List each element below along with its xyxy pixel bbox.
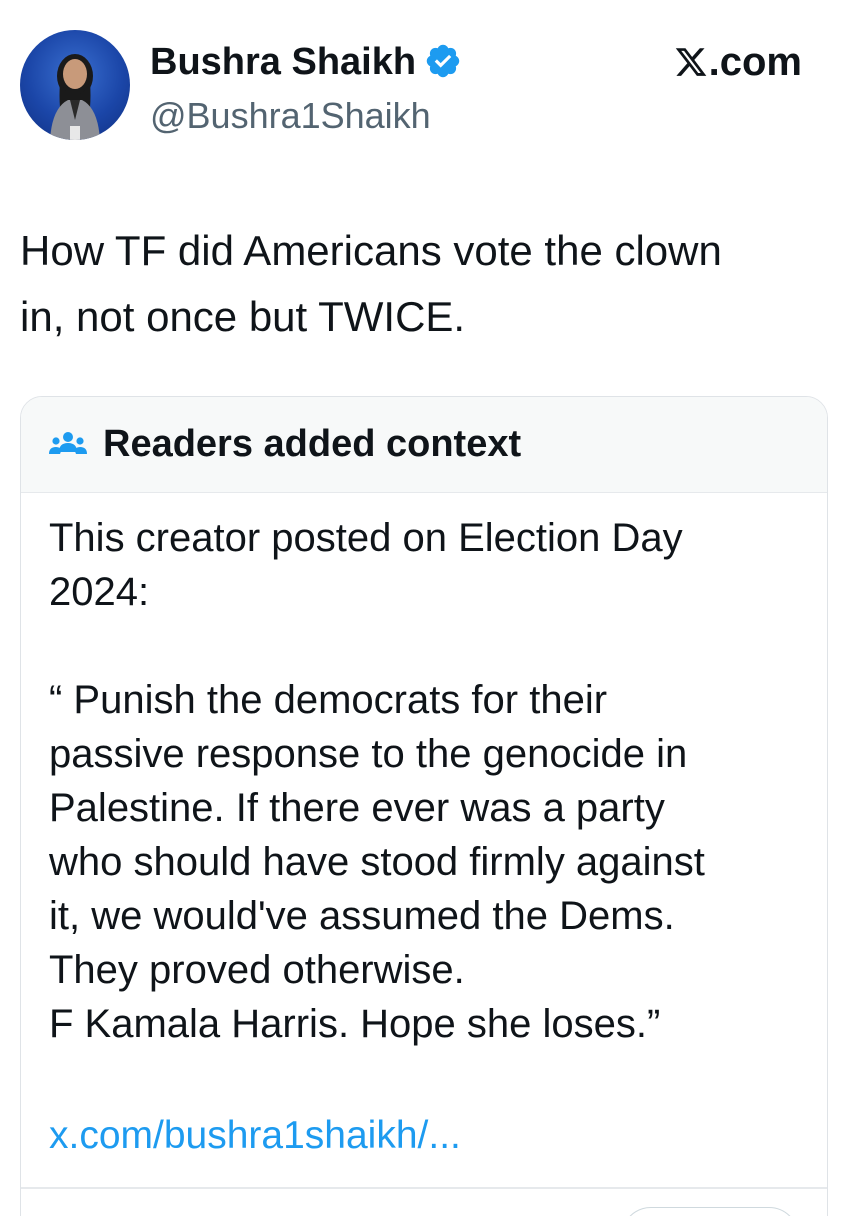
- note-quote-line: passive response to the genocide in: [49, 732, 688, 776]
- community-note-body: This creator posted on Election Day 2024…: [49, 511, 819, 1051]
- avatar-portrait: [50, 54, 100, 140]
- avatar[interactable]: [20, 30, 130, 140]
- handle[interactable]: @Bushra1Shaikh: [150, 94, 431, 138]
- note-footer-divider: [21, 1187, 827, 1189]
- display-name-text[interactable]: Bushra Shaikh: [150, 41, 416, 83]
- brand-label: .com: [708, 40, 802, 84]
- note-quote-line: “ Punish the democrats for their: [49, 678, 608, 722]
- display-name[interactable]: Bushra Shaikh: [150, 40, 462, 84]
- x-logo-icon: [674, 44, 708, 78]
- note-quote-line: They proved otherwise.: [49, 948, 465, 992]
- community-note: Readers added context This creator poste…: [20, 396, 828, 1216]
- note-quote-line: who should have stood firmly against: [49, 840, 705, 884]
- rate-note-button[interactable]: [621, 1207, 799, 1216]
- tweet-header: Bushra Shaikh @Bushra1Shaikh .com: [20, 30, 826, 142]
- community-note-header: Readers added context: [21, 397, 827, 493]
- note-source-link[interactable]: x.com/bushra1shaikh/...: [49, 1111, 461, 1161]
- community-notes-icon: [49, 430, 87, 458]
- verified-badge-icon: [424, 42, 462, 80]
- note-quote-line: Palestine. If there ever was a party: [49, 786, 665, 830]
- note-quote-line: F Kamala Harris. Hope she loses.”: [49, 1002, 661, 1046]
- x-com-brand: .com: [674, 40, 802, 84]
- note-quote-line: it, we would've assumed the Dems.: [49, 894, 675, 938]
- community-note-title: Readers added context: [103, 423, 522, 465]
- tweet-line: in, not once but TWICE.: [20, 293, 466, 340]
- note-intro-line: This creator posted on Election Day: [49, 516, 683, 560]
- tweet-line: How TF did Americans vote the clown: [20, 227, 722, 274]
- tweet-screenshot: Bushra Shaikh @Bushra1Shaikh .com How TF…: [0, 0, 846, 1216]
- note-intro-line: 2024:: [49, 570, 150, 614]
- tweet-text: How TF did Americans vote the clown in, …: [20, 218, 830, 350]
